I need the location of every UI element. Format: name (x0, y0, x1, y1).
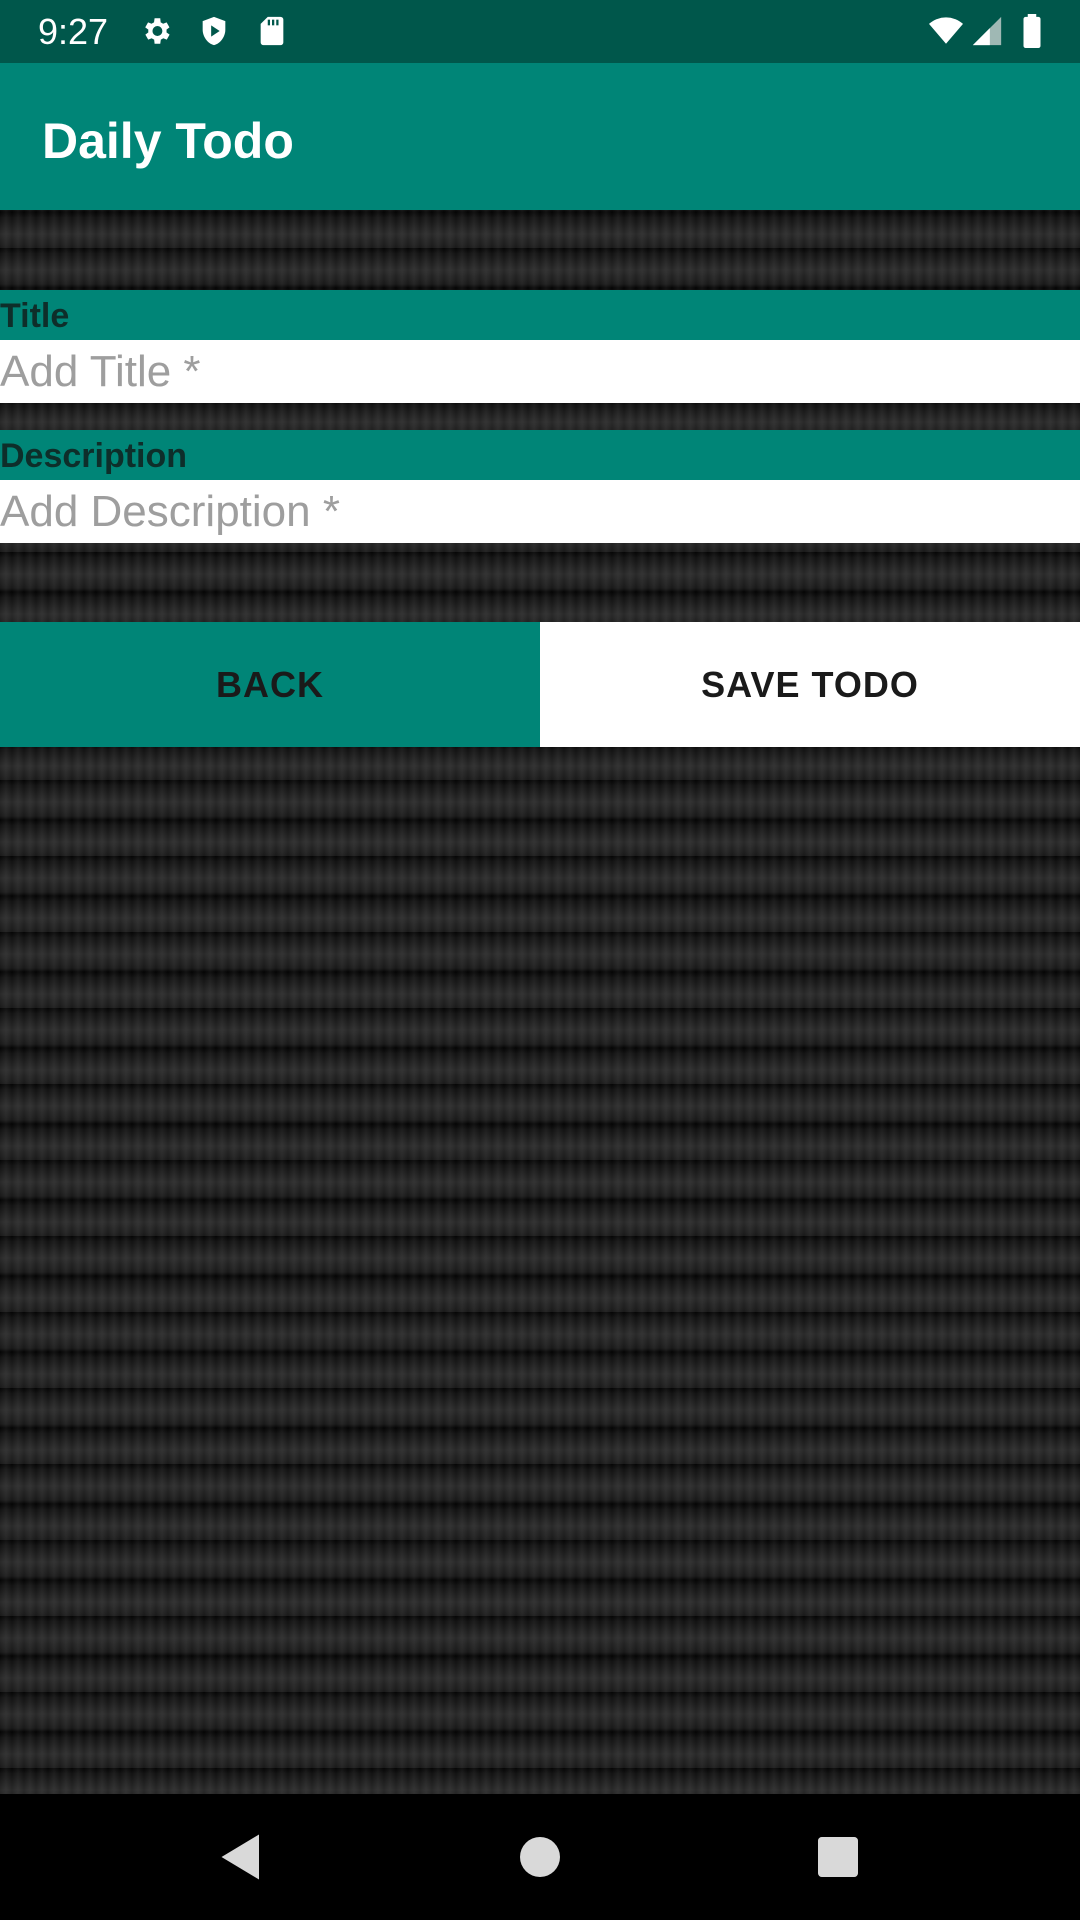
screen: 9:27 Daily Todo Title Description BACK (0, 0, 1080, 1920)
home-circle-icon[interactable] (510, 1827, 570, 1887)
sd-card-icon (255, 14, 289, 48)
title-label: Title (0, 297, 70, 335)
battery-icon (1018, 14, 1046, 48)
cell-signal-icon (970, 14, 1004, 48)
save-todo-button[interactable]: SAVE TODO (540, 622, 1080, 747)
recents-square-icon[interactable] (808, 1827, 868, 1887)
gear-icon (139, 14, 173, 48)
back-button[interactable]: BACK (0, 622, 540, 747)
app-bar: Daily Todo (0, 63, 1080, 210)
description-label: Description (0, 437, 188, 475)
title-label-bar: Title (0, 290, 1080, 340)
app-title: Daily Todo (42, 113, 294, 169)
description-label-bar: Description (0, 430, 1080, 480)
shield-play-icon (197, 14, 231, 48)
wifi-icon (924, 14, 968, 48)
navigation-bar (0, 1794, 1080, 1920)
back-triangle-icon[interactable] (209, 1827, 269, 1887)
status-time: 9:27 (38, 11, 109, 52)
title-input[interactable] (0, 340, 1080, 403)
status-bar: 9:27 (0, 0, 1080, 63)
description-input[interactable] (0, 480, 1080, 543)
woven-background (0, 0, 1080, 1920)
